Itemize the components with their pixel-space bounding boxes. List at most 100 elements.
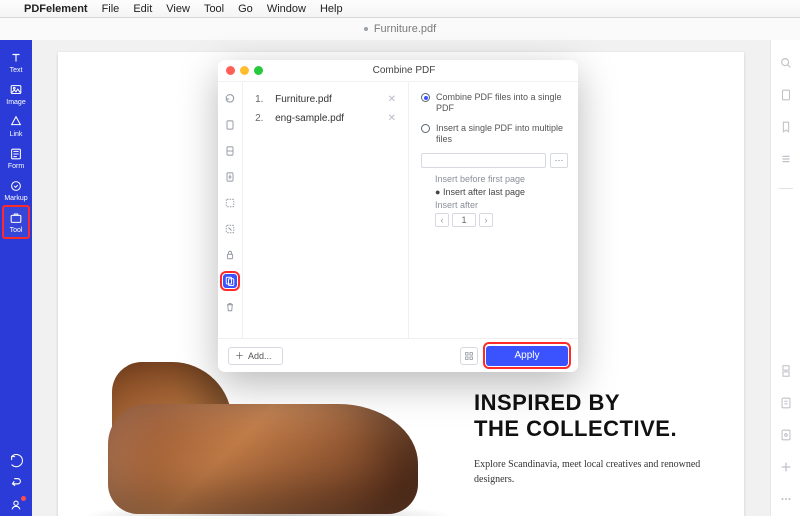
sidebar-item-label: Text bbox=[10, 67, 23, 74]
options-panel: Combine PDF files into a single PDF Inse… bbox=[408, 82, 578, 338]
option-label: Insert a single PDF into multiple files bbox=[436, 123, 568, 146]
remove-file-icon[interactable]: ✕ bbox=[388, 113, 396, 124]
insert-path-input[interactable] bbox=[421, 153, 546, 168]
menu-go[interactable]: Go bbox=[238, 3, 253, 15]
attachment-icon[interactable] bbox=[779, 428, 793, 442]
undo-icon bbox=[9, 476, 23, 490]
page-icon[interactable] bbox=[779, 88, 793, 102]
remove-file-icon[interactable]: ✕ bbox=[388, 94, 396, 105]
page-subhead: Explore Scandinavia, meet local creative… bbox=[474, 458, 704, 487]
sidebar-item-label: Tool bbox=[10, 227, 23, 234]
toolbox-icon bbox=[9, 211, 23, 225]
menu-tool[interactable]: Tool bbox=[204, 3, 224, 15]
crop-icon[interactable] bbox=[223, 222, 237, 236]
text-icon bbox=[9, 51, 23, 65]
dialog-tool-strip bbox=[218, 82, 243, 338]
sidebar-item-tool[interactable]: Tool bbox=[3, 206, 29, 238]
grid-icon bbox=[464, 351, 474, 361]
file-row[interactable]: 1. Furniture.pdf ✕ bbox=[243, 90, 404, 109]
file-name: eng-sample.pdf bbox=[275, 113, 377, 124]
form-icon bbox=[9, 147, 23, 161]
apply-button[interactable]: Apply bbox=[486, 346, 568, 366]
menu-file[interactable]: File bbox=[102, 3, 120, 15]
delete-icon[interactable] bbox=[223, 300, 237, 314]
compress-icon[interactable] bbox=[223, 170, 237, 184]
add-file-button[interactable]: ＋Add... bbox=[228, 347, 283, 365]
left-sidebar: Text Image Link Form Markup Tool bbox=[0, 40, 32, 516]
radio-icon bbox=[421, 124, 430, 133]
sidebar-item-form[interactable]: Form bbox=[3, 142, 29, 174]
file-list: 1. Furniture.pdf ✕ 2. eng-sample.pdf ✕ bbox=[243, 82, 408, 338]
menu-view[interactable]: View bbox=[166, 3, 190, 15]
history-icon bbox=[9, 454, 23, 468]
file-index: 2. bbox=[255, 113, 265, 124]
link-icon bbox=[9, 115, 23, 129]
minimize-icon[interactable] bbox=[240, 66, 249, 75]
add-icon[interactable] bbox=[779, 460, 793, 474]
option-combine[interactable]: Combine PDF files into a single PDF bbox=[421, 92, 568, 115]
macos-menubar: PDFelement File Edit View Tool Go Window… bbox=[0, 0, 800, 18]
combine-icon[interactable] bbox=[223, 274, 237, 288]
option-after-last[interactable]: ● Insert after last page bbox=[435, 187, 568, 197]
sidebar-item-markup[interactable]: Markup bbox=[3, 174, 29, 206]
file-name: Furniture.pdf bbox=[275, 94, 377, 105]
properties-icon[interactable] bbox=[779, 396, 793, 410]
headline-line: INSPIRED BY bbox=[474, 390, 704, 416]
plus-icon: ＋ bbox=[235, 349, 244, 362]
lock-icon[interactable] bbox=[223, 248, 237, 262]
file-index: 1. bbox=[255, 94, 265, 105]
dialog-titlebar: Combine PDF bbox=[218, 60, 578, 82]
option-before-first[interactable]: Insert before first page bbox=[435, 174, 568, 184]
sidebar-item-label: Form bbox=[8, 163, 24, 170]
extract-icon[interactable] bbox=[223, 196, 237, 210]
page-stepper: ‹ 1 › bbox=[435, 213, 568, 227]
apply-highlight: Apply bbox=[486, 345, 568, 366]
sidebar-undo[interactable] bbox=[3, 472, 29, 494]
sidebar-item-label: Markup bbox=[4, 195, 27, 202]
option-after-page[interactable]: Insert after bbox=[435, 200, 568, 210]
bookmark-icon[interactable] bbox=[779, 120, 793, 134]
more-icon[interactable] bbox=[779, 492, 793, 506]
browse-button[interactable]: ··· bbox=[550, 153, 568, 168]
sidebar-item-label: Link bbox=[10, 131, 23, 138]
sidebar-item-label: Image bbox=[6, 99, 25, 106]
file-row[interactable]: 2. eng-sample.pdf ✕ bbox=[243, 109, 404, 128]
option-insert[interactable]: Insert a single PDF into multiple files bbox=[421, 123, 568, 146]
page-headline: INSPIRED BY THE COLLECTIVE. bbox=[474, 390, 704, 442]
image-icon bbox=[9, 83, 23, 97]
close-icon[interactable] bbox=[226, 66, 235, 75]
refresh-icon[interactable] bbox=[223, 92, 237, 106]
dialog-footer: ＋Add... Apply bbox=[218, 338, 578, 372]
page-setup-icon[interactable] bbox=[223, 118, 237, 132]
window-titlebar: Furniture.pdf bbox=[0, 18, 800, 40]
menu-window[interactable]: Window bbox=[267, 3, 306, 15]
page-number-value[interactable]: 1 bbox=[452, 213, 476, 227]
sidebar-history[interactable] bbox=[3, 450, 29, 472]
document-title: Furniture.pdf bbox=[374, 23, 436, 35]
headline-line: THE COLLECTIVE. bbox=[474, 416, 704, 442]
chair-image bbox=[58, 362, 478, 516]
grid-view-button[interactable] bbox=[460, 347, 478, 365]
sidebar-item-link[interactable]: Link bbox=[3, 110, 29, 142]
modified-dot-icon bbox=[364, 27, 368, 31]
option-label: Combine PDF files into a single PDF bbox=[436, 92, 568, 115]
sidebar-item-image[interactable]: Image bbox=[3, 78, 29, 110]
sidebar-item-text[interactable]: Text bbox=[3, 46, 29, 78]
zoom-icon[interactable] bbox=[254, 66, 263, 75]
app-name[interactable]: PDFelement bbox=[24, 3, 88, 15]
markup-icon bbox=[9, 179, 23, 193]
notification-dot-icon bbox=[21, 496, 26, 501]
split-h-icon[interactable] bbox=[223, 144, 237, 158]
increment-button[interactable]: › bbox=[479, 213, 493, 227]
sidebar-account[interactable] bbox=[3, 494, 29, 516]
menu-help[interactable]: Help bbox=[320, 3, 343, 15]
dialog-title: Combine PDF bbox=[268, 65, 570, 76]
menu-edit[interactable]: Edit bbox=[133, 3, 152, 15]
decrement-button[interactable]: ‹ bbox=[435, 213, 449, 227]
search-icon[interactable] bbox=[779, 56, 793, 70]
right-toolbar bbox=[770, 40, 800, 516]
radio-icon bbox=[421, 93, 430, 102]
list-icon[interactable] bbox=[779, 152, 793, 166]
combine-pdf-dialog: Combine PDF 1. Furniture.pdf ✕ 2. eng-sa… bbox=[218, 60, 578, 372]
thumbnail-icon[interactable] bbox=[779, 364, 793, 378]
